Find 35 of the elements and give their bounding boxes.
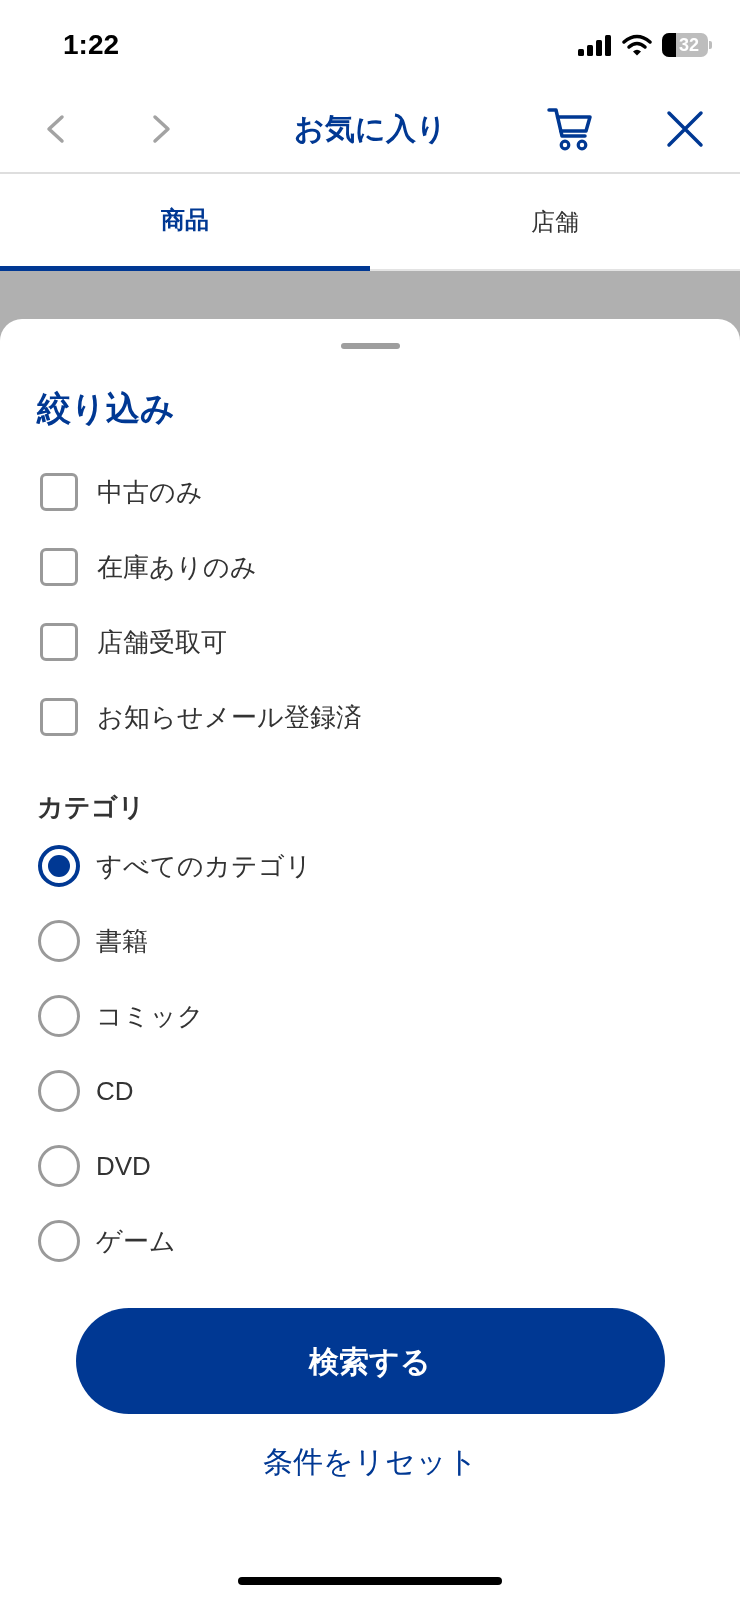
status-time: 1:22 xyxy=(63,31,120,59)
close-icon xyxy=(666,110,704,148)
cart-button[interactable] xyxy=(545,105,595,153)
radio-button[interactable] xyxy=(38,1144,80,1187)
checkbox[interactable] xyxy=(40,697,78,736)
checkbox[interactable] xyxy=(40,622,78,661)
radio-button[interactable] xyxy=(38,1219,80,1262)
radio-label: ゲーム xyxy=(96,1224,176,1257)
checkbox[interactable] xyxy=(40,547,78,586)
checkbox-label: 中古のみ xyxy=(97,475,203,508)
radio-label: DVD xyxy=(96,1149,151,1182)
checkbox[interactable] xyxy=(40,472,78,511)
radio-button[interactable] xyxy=(38,994,80,1037)
page-title: お気に入り xyxy=(292,111,448,147)
radio-label: 書籍 xyxy=(96,924,148,957)
radio-label: すべてのカテゴリ xyxy=(96,849,312,882)
drag-handle[interactable] xyxy=(340,343,400,349)
wifi-icon xyxy=(622,34,652,56)
category-heading: カテゴリ xyxy=(37,791,145,823)
battery-percentage: 32 xyxy=(679,35,700,55)
cart-icon xyxy=(547,107,593,151)
search-button[interactable]: 検索する xyxy=(75,1308,665,1414)
checkbox-label: 在庫ありのみ xyxy=(97,550,257,583)
checkbox-label: お知らせメール登録済 xyxy=(97,700,362,733)
signal-icon xyxy=(578,34,612,56)
reset-link[interactable]: 条件をリセット xyxy=(262,1442,478,1482)
radio-label: コミック xyxy=(96,999,204,1032)
radio-button[interactable] xyxy=(38,919,80,962)
radio-button[interactable] xyxy=(38,844,80,887)
radio-button[interactable] xyxy=(38,1069,80,1112)
chevron-left-icon xyxy=(45,114,65,144)
radio-label: CD xyxy=(96,1074,134,1107)
sheet-title: 絞り込み xyxy=(37,388,175,428)
chevron-right-icon xyxy=(152,114,172,144)
checkbox-label: 店舗受取可 xyxy=(97,625,227,658)
